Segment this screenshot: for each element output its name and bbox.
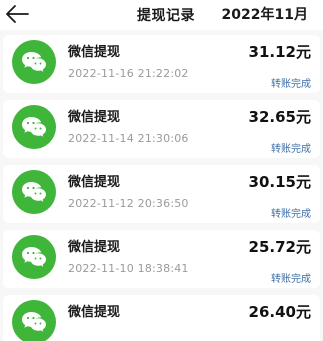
record-amount: 31.12元	[248, 43, 311, 61]
record-time: 2022-11-16 21:22:02	[68, 67, 189, 80]
record-status: 转账完成	[271, 209, 311, 220]
month-selector[interactable]: 2022年11月	[222, 4, 308, 24]
record-name: 微信提现	[68, 110, 121, 125]
record-amount: 30.15元	[248, 173, 311, 191]
record-item[interactable]: 微信提现 2022-11-14 21:30:06 32.65元 转账完成	[3, 100, 320, 158]
record-amount: 32.65元	[248, 108, 311, 126]
record-name: 微信提现	[68, 175, 121, 190]
record-time: 2022-11-10 18:38:41	[68, 262, 189, 275]
wechat-icon	[12, 105, 56, 149]
record-status: 转账完成	[271, 144, 311, 155]
record-name: 微信提现	[68, 45, 121, 60]
wechat-icon	[12, 235, 56, 279]
withdrawal-records-page: 提现记录 2022年11月 微信提现 2022-11-16 21:22:02 3…	[0, 0, 323, 341]
record-name: 微信提现	[68, 240, 121, 255]
record-time: 2022-11-12 20:36:50	[68, 197, 189, 210]
wechat-icon	[12, 40, 56, 84]
record-item[interactable]: 微信提现 2022-11-12 20:36:50 30.15元 转账完成	[3, 165, 320, 223]
record-status: 转账完成	[271, 79, 311, 90]
header-bar: 提现记录 2022年11月	[0, 0, 323, 30]
wechat-icon	[12, 300, 56, 341]
record-time: 2022-11-14 21:30:06	[68, 132, 189, 145]
record-item[interactable]: 微信提现 2022-11-10 18:38:41 25.72元 转账完成	[3, 230, 320, 288]
wechat-icon	[12, 170, 56, 214]
arrow-left-icon	[6, 5, 29, 23]
record-amount: 25.72元	[248, 238, 311, 256]
back-button[interactable]	[4, 2, 30, 26]
record-item[interactable]: 微信提现 26.40元	[3, 295, 320, 341]
record-status: 转账完成	[271, 274, 311, 285]
record-name: 微信提现	[68, 305, 121, 320]
record-amount: 26.40元	[248, 303, 311, 321]
page-title: 提现记录	[137, 8, 195, 24]
record-item[interactable]: 微信提现 2022-11-16 21:22:02 31.12元 转账完成	[3, 35, 320, 93]
